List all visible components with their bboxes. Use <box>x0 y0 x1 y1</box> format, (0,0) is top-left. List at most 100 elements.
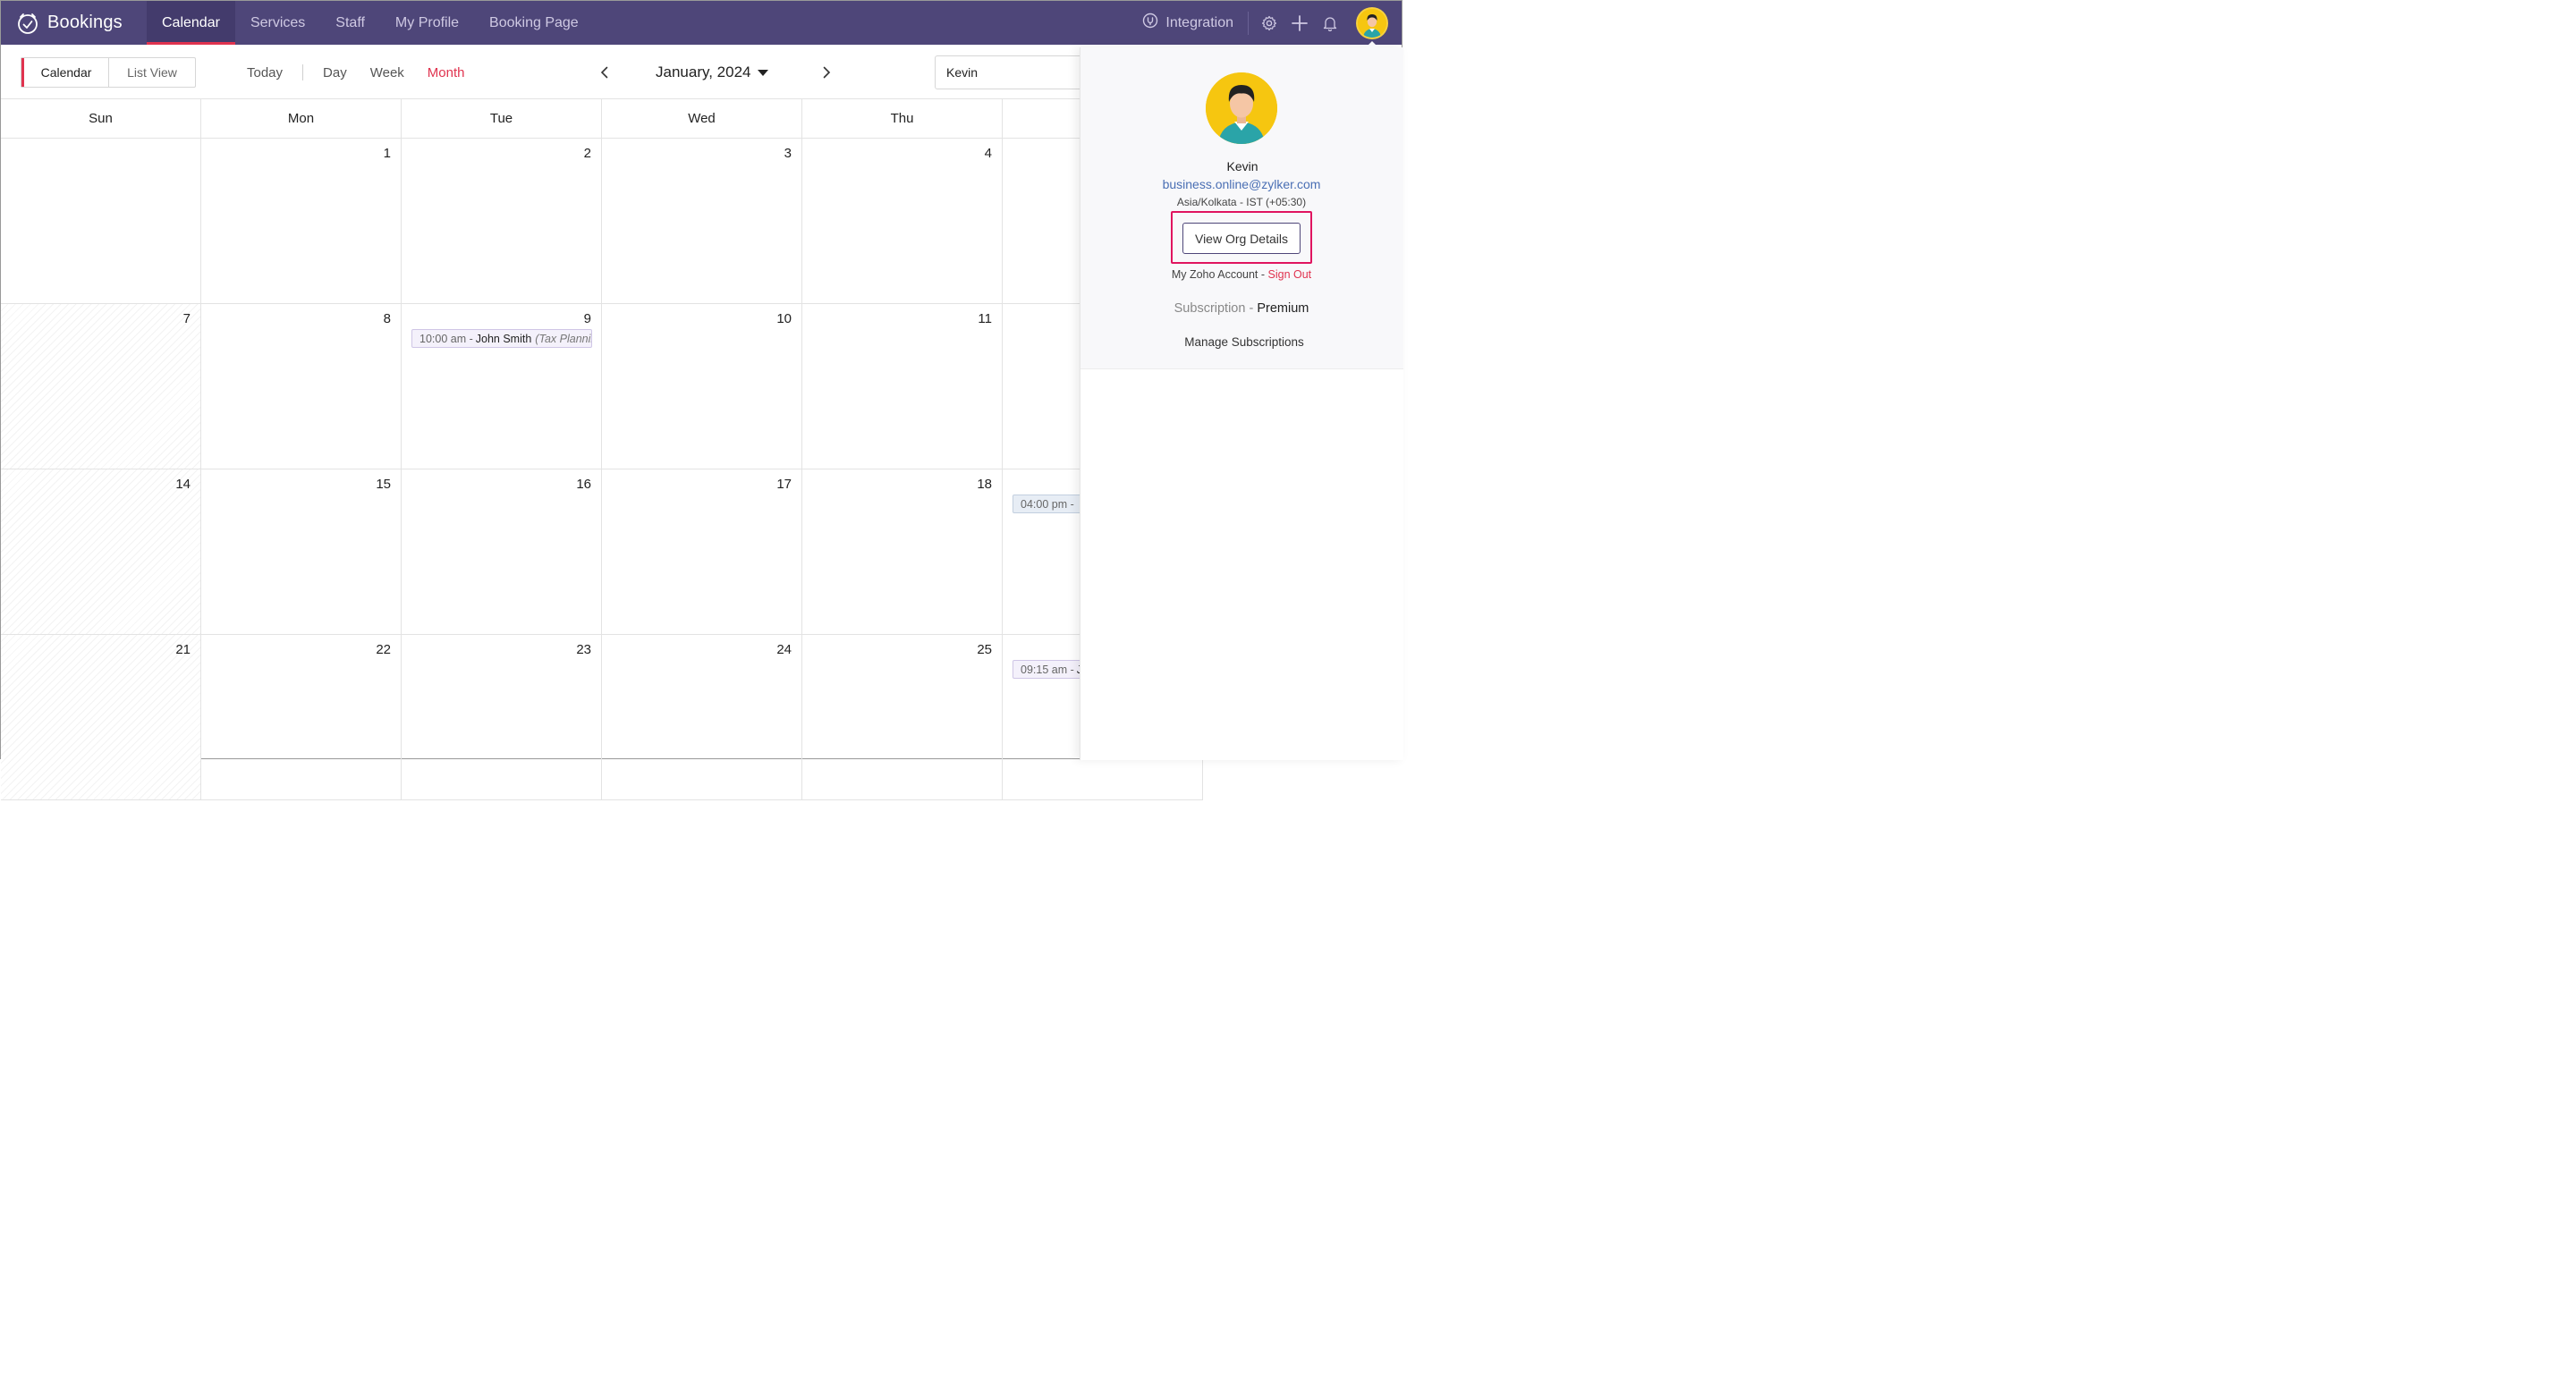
day-cell[interactable]: 3 <box>602 139 802 303</box>
day-cell[interactable]: 25 <box>802 635 1003 799</box>
event-time: 10:00 am - <box>419 332 473 345</box>
day-cell[interactable]: 9 10:00 am - John Smith (Tax Plannin <box>402 304 602 469</box>
day-number: 21 <box>175 642 191 657</box>
week-row: 7 8 9 10:00 am - John Smith (Tax Plannin… <box>1 304 1203 469</box>
day-cell[interactable]: 15 <box>201 469 402 634</box>
day-number: 17 <box>776 477 792 492</box>
profile-avatar <box>1206 72 1277 144</box>
day-number: 10 <box>776 311 792 326</box>
integration-label: Integration <box>1165 14 1233 30</box>
day-number: 9 <box>583 311 591 326</box>
day-number: 7 <box>182 311 191 326</box>
tab-calendar[interactable]: Calendar <box>147 1 235 45</box>
event-customer: John Smith <box>475 332 532 345</box>
day-cell[interactable]: 16 <box>402 469 602 634</box>
day-number: 1 <box>383 146 391 161</box>
my-zoho-account-link[interactable]: My Zoho Account <box>1172 268 1258 281</box>
week-range-button[interactable]: Week <box>370 65 404 80</box>
day-cell[interactable]: 24 <box>602 635 802 799</box>
account-separator: - <box>1258 268 1268 281</box>
month-label: January, 2024 <box>656 63 751 80</box>
day-number: 11 <box>978 311 992 326</box>
day-number: 18 <box>977 477 992 492</box>
bookings-logo-icon <box>16 12 39 35</box>
caret-down-icon <box>758 69 769 76</box>
subscription-label: Subscription <box>1174 301 1246 316</box>
date-range-selector: Today Day Week Month <box>247 57 465 88</box>
range-divider <box>302 64 304 80</box>
chevron-right-icon[interactable] <box>817 57 836 88</box>
weekday-header-row: Sun Mon Tue Wed Thu Fri <box>1 99 1203 139</box>
day-cell[interactable]: 23 <box>402 635 602 799</box>
plus-icon[interactable] <box>1284 1 1315 45</box>
bell-icon[interactable] <box>1315 1 1345 45</box>
panel-pointer <box>1366 41 1378 47</box>
day-cell[interactable]: 11 <box>802 304 1003 469</box>
day-number: 3 <box>784 146 792 161</box>
day-number: 15 <box>376 477 391 492</box>
day-range-button[interactable]: Day <box>323 65 347 80</box>
day-number: 24 <box>776 642 792 657</box>
user-avatar-button[interactable] <box>1356 6 1388 39</box>
day-cell[interactable]: 10 <box>602 304 802 469</box>
day-number: 16 <box>576 477 591 492</box>
integration-icon <box>1142 13 1165 33</box>
day-cell[interactable] <box>1 139 201 303</box>
calendar-toolbar: Calendar List View Today Day Week Month … <box>1 45 1087 99</box>
weekday-header: Mon <box>201 99 402 138</box>
manage-subscriptions-link[interactable]: Manage Subscriptions <box>1080 335 1408 349</box>
brand[interactable]: Bookings <box>1 1 147 45</box>
day-number: 4 <box>984 146 992 161</box>
header-actions: Integration <box>1142 1 1402 45</box>
profile-dropdown-panel: Kevin business.online@zylker.com Asia/Ko… <box>1080 41 1403 760</box>
profile-timezone: Asia/Kolkata - IST (+05:30) <box>1176 196 1307 208</box>
weekday-header: Thu <box>802 99 1003 138</box>
day-cell[interactable]: 17 <box>602 469 802 634</box>
day-cell[interactable]: 22 <box>201 635 402 799</box>
chevron-left-icon[interactable] <box>595 57 614 88</box>
weekday-header: Wed <box>602 99 802 138</box>
day-cell[interactable]: 1 <box>201 139 402 303</box>
calendar-view-button[interactable]: Calendar <box>21 58 109 87</box>
tab-my-profile[interactable]: My Profile <box>380 1 474 45</box>
gear-icon[interactable] <box>1254 1 1284 45</box>
day-cell[interactable]: 18 <box>802 469 1003 634</box>
main-nav: Calendar Services Staff My Profile Booki… <box>147 1 594 45</box>
subscription-separator: - <box>1245 301 1258 316</box>
today-button[interactable]: Today <box>247 65 283 80</box>
staff-select[interactable]: Kevin <box>935 55 1087 89</box>
weekday-header: Tue <box>402 99 602 138</box>
day-number: 22 <box>376 642 391 657</box>
day-number: 14 <box>175 477 191 492</box>
day-cell[interactable]: 21 <box>1 635 201 799</box>
week-row: 1 2 3 4 <box>1 139 1203 304</box>
day-cell[interactable]: 14 <box>1 469 201 634</box>
tab-services[interactable]: Services <box>235 1 320 45</box>
profile-name: Kevin <box>1226 159 1258 173</box>
event-service: (Tax Plannin <box>535 332 592 345</box>
integration-button[interactable]: Integration <box>1142 11 1249 35</box>
sign-out-link[interactable]: Sign Out <box>1268 268 1312 281</box>
month-calendar-grid: Sun Mon Tue Wed Thu Fri 1 2 3 4 7 8 9 10… <box>1 99 1203 800</box>
day-cell[interactable]: 7 <box>1 304 201 469</box>
month-navigator: January, 2024 <box>595 57 836 88</box>
appointment-event[interactable]: 10:00 am - John Smith (Tax Plannin <box>411 329 592 348</box>
month-picker[interactable]: January, 2024 <box>656 63 817 81</box>
month-range-button[interactable]: Month <box>428 65 465 80</box>
subscription-plan: Premium <box>1257 301 1309 316</box>
tab-booking-page[interactable]: Booking Page <box>474 1 594 45</box>
profile-email[interactable]: business.online@zylker.com <box>1080 177 1402 191</box>
event-time: 09:15 am - <box>1021 663 1074 676</box>
day-number: 2 <box>583 146 591 161</box>
day-cell[interactable]: 8 <box>201 304 402 469</box>
day-number: 23 <box>576 642 591 657</box>
week-row: 21 22 23 24 25 09:15 am - J <box>1 635 1203 800</box>
tab-staff[interactable]: Staff <box>320 1 380 45</box>
account-links: My Zoho Account - Sign Out <box>1080 268 1402 281</box>
top-navigation-bar: Bookings Calendar Services Staff My Prof… <box>1 1 1402 45</box>
list-view-button[interactable]: List View <box>109 58 195 87</box>
day-cell[interactable]: 4 <box>802 139 1003 303</box>
day-number: 8 <box>383 311 391 326</box>
view-org-details-button[interactable]: View Org Details <box>1182 223 1301 254</box>
day-cell[interactable]: 2 <box>402 139 602 303</box>
